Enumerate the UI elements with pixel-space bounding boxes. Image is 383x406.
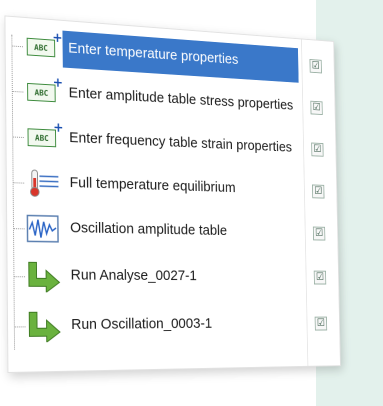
tree-branch bbox=[12, 136, 24, 138]
abc-plus-icon: ABC + bbox=[23, 31, 63, 64]
tree-item-run-oscillation[interactable]: Run Oscillation_0003-1 ☑ bbox=[8, 305, 338, 348]
green-arrow-icon bbox=[25, 261, 62, 291]
thermometer-icon bbox=[24, 168, 60, 199]
tree-item-label: Full temperature equilibrium bbox=[69, 174, 236, 196]
task-checkbox[interactable]: ☑ bbox=[310, 100, 323, 116]
tree-item-full-temperature-equilibrium[interactable]: Full temperature equilibrium ☑ bbox=[7, 161, 336, 211]
tree-item-label: Oscillation amplitude table bbox=[70, 219, 228, 239]
task-list-panel: ABC + Enter temperature properties ☑ ABC +… bbox=[4, 15, 341, 374]
task-checkbox[interactable]: ☑ bbox=[312, 184, 325, 199]
task-checkbox[interactable]: ☑ bbox=[309, 59, 322, 74]
task-checkbox[interactable]: ☑ bbox=[313, 270, 327, 285]
tree-branch bbox=[13, 326, 26, 328]
tree-branch bbox=[13, 276, 26, 278]
tree-item-label: Enter amplitude table stress properties bbox=[68, 84, 294, 114]
tree-item-oscillation-amplitude-table[interactable]: Oscillation amplitude table ☑ bbox=[7, 207, 336, 253]
tree-item-run-analyse[interactable]: Run Analyse_0027-1 ☑ bbox=[7, 255, 337, 297]
tree-item-label: Run Analyse_0027-1 bbox=[70, 266, 197, 284]
tree-branch bbox=[12, 182, 25, 184]
green-arrow-icon bbox=[25, 311, 62, 341]
task-checkbox[interactable]: ☑ bbox=[312, 226, 326, 241]
tree-branch bbox=[11, 90, 24, 93]
task-checkbox[interactable]: ☑ bbox=[314, 316, 328, 331]
tree-branch bbox=[11, 45, 23, 48]
tree-branch bbox=[13, 228, 25, 230]
tree-item-label: Enter frequency table strain properties bbox=[69, 129, 293, 156]
tree-item-label: Run Oscillation_0003-1 bbox=[71, 315, 213, 333]
abc-plus-icon: ABC + bbox=[24, 121, 64, 153]
waveform-icon bbox=[24, 213, 60, 243]
task-checkbox[interactable]: ☑ bbox=[311, 142, 324, 157]
abc-plus-icon: ABC + bbox=[23, 76, 63, 108]
task-tree-view: ABC + Enter temperature properties ☑ ABC +… bbox=[4, 15, 341, 387]
